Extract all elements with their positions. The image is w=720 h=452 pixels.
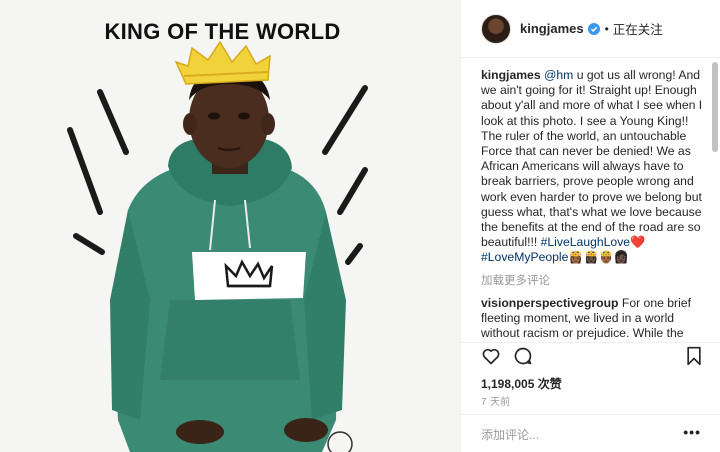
caption-text: u got us all wrong! And we ain't going f… — [481, 68, 703, 250]
post-timestamp[interactable]: 7 天前 — [481, 393, 511, 408]
more-options-icon[interactable]: ••• — [683, 424, 701, 440]
action-bar — [481, 346, 703, 370]
like-count[interactable]: 1,198,005 次赞 — [481, 375, 562, 392]
separator-dot: • — [604, 21, 609, 36]
post-header: kingjames • 正在关注 — [461, 0, 720, 58]
image-title: KING OF THE WORLD — [104, 19, 341, 44]
mention-link[interactable]: @hm — [544, 68, 573, 82]
follow-button[interactable]: 正在关注 — [613, 19, 663, 38]
add-comment-input[interactable]: 添加评论... — [481, 426, 539, 443]
post-image[interactable]: KING OF THE WORLD — [0, 0, 460, 452]
caption-username[interactable]: kingjames — [481, 68, 541, 82]
author-username[interactable]: kingjames — [520, 21, 584, 36]
comments-scrollbar[interactable] — [712, 62, 718, 152]
post-side-panel: kingjames • 正在关注 kingjames @hm u got us … — [460, 0, 720, 452]
add-comment-bar: 添加评论... ••• — [461, 414, 720, 452]
hashtag-link-lovemypeople[interactable]: #LoveMyPeople — [481, 250, 568, 264]
comment-username[interactable]: visionperspectivegroup — [481, 296, 618, 310]
caption-emoji-group: 👸🏾👸🏿🤴🏾👩🏿 — [568, 250, 630, 265]
hashtag-link-livelaughlove[interactable]: #LiveLaughLove — [541, 235, 630, 249]
caption: kingjames @hm u got us all wrong! And we… — [481, 68, 703, 266]
comment-item: visionperspectivegroup For one brief fle… — [481, 296, 703, 342]
load-more-comments-link[interactable]: 加载更多评论 — [481, 272, 703, 288]
post-photo-illustration — [0, 0, 460, 452]
heart-icon[interactable] — [481, 346, 501, 366]
bookmark-icon[interactable] — [685, 346, 703, 366]
verified-badge-icon — [587, 22, 600, 35]
avatar[interactable] — [481, 13, 511, 44]
comment-icon[interactable] — [513, 346, 533, 366]
caption-emoji: ❤️ — [630, 235, 646, 250]
comments-list[interactable]: kingjames @hm u got us all wrong! And we… — [461, 58, 720, 343]
